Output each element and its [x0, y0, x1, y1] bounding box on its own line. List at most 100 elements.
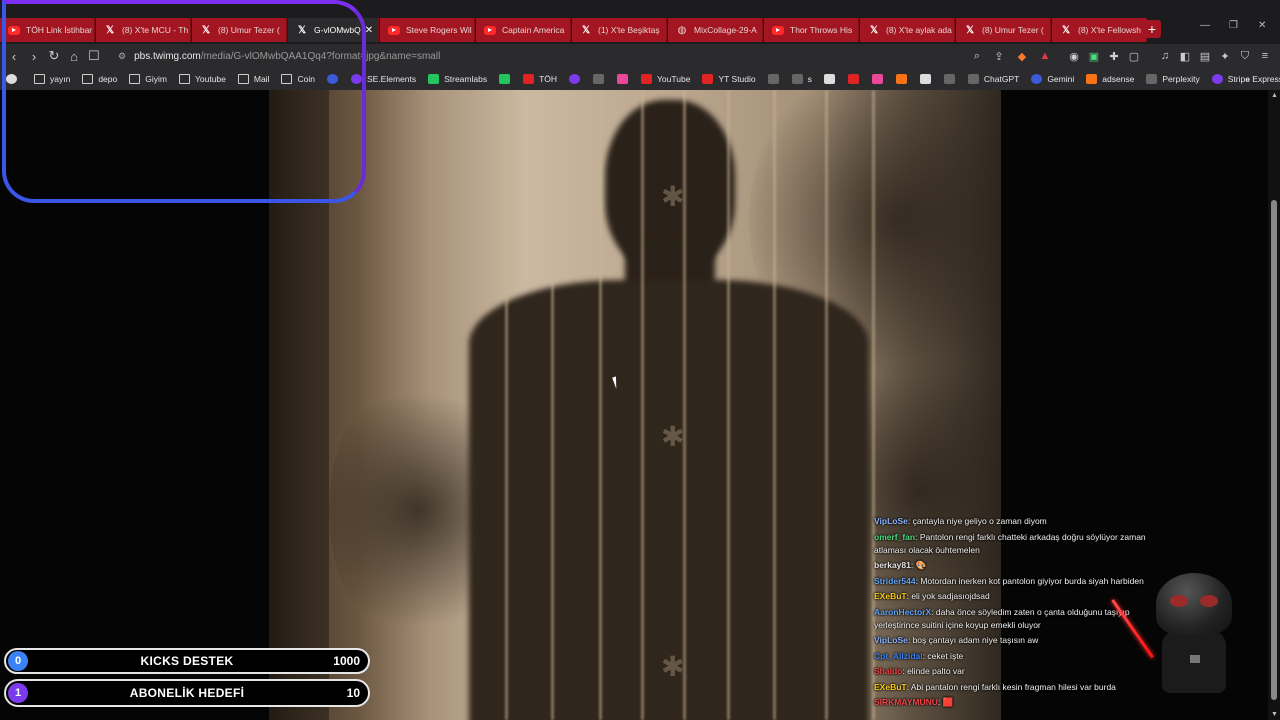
youtube-icon — [641, 74, 653, 84]
bookmark-item[interactable]: Perplexity — [1146, 74, 1200, 84]
game-icon — [871, 74, 883, 84]
bookmark-item[interactable] — [847, 74, 864, 84]
chat-username: VipLoSe — [874, 635, 908, 645]
youtube-icon — [484, 25, 496, 35]
menu-icon[interactable]: ≡ — [1258, 49, 1272, 63]
share-icon[interactable]: ⇪ — [992, 49, 1006, 63]
app-icon — [919, 74, 931, 84]
goal-bar-subscription: 1 ABONELİK HEDEFİ 10 — [4, 679, 370, 707]
chat-username: VipLoSe — [874, 516, 908, 526]
bookmark-item[interactable]: Streamlabs — [428, 74, 487, 84]
zoom-icon[interactable]: ⌕ — [970, 49, 984, 63]
sidebar-icon[interactable]: ◧ — [1178, 49, 1192, 63]
bookmark-item[interactable] — [871, 74, 888, 84]
scrollbar-thumb[interactable] — [1271, 200, 1277, 700]
adsense-icon — [1086, 74, 1098, 84]
tab-label: (8) X'te Fellowsh — [1078, 25, 1142, 35]
goal-bar-kicks: 0 KICKS DESTEK 1000 — [4, 648, 370, 674]
bookmark-item[interactable] — [919, 74, 936, 84]
brave-shield-icon[interactable]: ◆ — [1015, 49, 1029, 63]
bookmark-item[interactable] — [895, 74, 912, 84]
yt-studio-icon — [702, 74, 714, 84]
tab-label: (8) X'te aylak ada — [886, 25, 952, 35]
screenshot-icon[interactable]: ▢ — [1127, 49, 1141, 63]
chat-message: EXeBuT: Abi pantalon rengi farklı kesin … — [874, 681, 1154, 694]
browser-tab[interactable]: 𝕏 (8) X'te Fellowsh — [1052, 18, 1147, 42]
vpn-icon[interactable]: ⛉ — [1238, 49, 1252, 63]
bookmark-label: YouTube — [657, 74, 691, 84]
bookmark-item[interactable] — [499, 74, 515, 84]
chat-message: AaronHectorX: daha önce söyledim zaten o… — [874, 606, 1154, 632]
tab-label: (8) Umur Tezer ( — [982, 25, 1044, 35]
extension-icon[interactable]: ◉ — [1067, 49, 1081, 63]
bookmark-label: adsense — [1102, 74, 1135, 84]
tab-label: Thor Throws His — [790, 25, 853, 35]
chat-text: : Motordan inerken kot pantolon giyiyor … — [915, 575, 1144, 586]
x-icon: 𝕏 — [1061, 24, 1071, 36]
gemini-icon — [1031, 74, 1043, 84]
bookmark-item[interactable]: TÖH — [523, 74, 557, 84]
browser-tab[interactable]: Thor Throws His — [764, 18, 859, 42]
brave-rewards-icon[interactable]: ▲ — [1038, 49, 1052, 63]
bookmark-label: TÖH — [539, 74, 558, 84]
chat-username: EXeBuT — [874, 681, 907, 692]
chat-text: : 🎨 — [910, 560, 927, 570]
tab-label: MixCollage-29-A — [694, 25, 757, 35]
bookmark-item[interactable] — [569, 74, 585, 84]
x-icon — [593, 74, 605, 84]
chat-username: berkay81 — [874, 560, 911, 570]
bookmark-item[interactable]: ChatGPT — [967, 74, 1020, 84]
bookmark-item[interactable]: s — [791, 74, 812, 84]
bookmark-item[interactable] — [617, 74, 633, 84]
new-tab-button[interactable]: + — [1143, 20, 1161, 38]
chat-username: AaronHectorX — [874, 606, 932, 617]
chatgpt-icon — [967, 74, 979, 84]
bookmark-item[interactable] — [943, 74, 960, 84]
bookmark-item[interactable]: YouTube — [641, 74, 690, 84]
bookmark-label: YT Studio — [718, 74, 756, 84]
chat-message: VipLoSe: çantayla niye geliyo o zaman di… — [874, 515, 1154, 528]
globe-icon: ◍ — [677, 24, 687, 36]
scrollbar[interactable]: ▲ ▼ — [1268, 90, 1280, 720]
bookmark-item[interactable] — [767, 74, 784, 84]
vader-mascot — [1148, 573, 1240, 693]
leo-ai-icon[interactable]: ✦ — [1218, 49, 1232, 63]
browser-tab[interactable]: 𝕏 (8) Umur Tezer ( — [956, 18, 1051, 42]
browser-tab[interactable]: 𝕏 (1) X'te Beşiktaş — [572, 18, 667, 42]
minimize-icon[interactable]: — — [1200, 20, 1210, 31]
chat-message: Strider544: Motordan inerken kot pantolo… — [874, 575, 1154, 588]
instagram-icon — [617, 74, 629, 84]
chat-message: berkay81: 🎨 — [874, 559, 1154, 572]
chat-text: : boş çantayı adam niye taşısın aw — [907, 635, 1039, 645]
bookmark-item[interactable] — [823, 74, 840, 84]
browser-tab[interactable]: Captain America — [476, 18, 571, 42]
close-window-icon[interactable]: ✕ — [1258, 20, 1266, 31]
perplexity-icon — [1146, 74, 1158, 84]
bookmark-label: ChatGPT — [983, 74, 1020, 84]
extensions-icon[interactable]: ✚ — [1107, 49, 1121, 63]
browser-tab[interactable]: Steve Rogers Wil — [380, 18, 475, 42]
bookmark-label: Stripe Express — [1227, 74, 1280, 84]
browser-tab[interactable]: ◍ MixCollage-29-A — [668, 18, 763, 42]
goal-label: KICKS DESTEK — [140, 654, 234, 668]
restore-icon[interactable]: ❐ — [1229, 20, 1238, 31]
bookmark-item[interactable]: Gemini — [1031, 74, 1074, 84]
bookmark-label: Streamlabs — [444, 74, 488, 84]
chat-text: : ceket işte — [922, 650, 964, 661]
browser-tab[interactable]: 𝕏 (8) X'te aylak ada — [860, 18, 955, 42]
wallet-icon[interactable]: ▤ — [1198, 49, 1212, 63]
chat-username: EXeBuT — [874, 591, 907, 601]
chat-message: SIRKMAYMUNU: 🟥 — [874, 696, 1154, 709]
more-bookmarks-icon[interactable]: » — [1245, 74, 1250, 84]
media-icon[interactable]: ♫ — [1158, 49, 1172, 63]
extension-green-icon[interactable]: ▣ — [1087, 49, 1101, 63]
bookmark-item[interactable]: YT Studio — [702, 74, 756, 84]
orange-icon — [895, 74, 907, 84]
bookmark-label: s — [807, 74, 812, 84]
bookmark-label: SE.Elements — [366, 74, 417, 84]
chat-username: Shaldo — [874, 666, 903, 676]
bookmark-item[interactable] — [593, 74, 609, 84]
chat-overlay: VipLoSe: çantayla niye geliyo o zaman di… — [874, 515, 1154, 712]
tiktok-icon — [791, 74, 803, 84]
bookmark-item[interactable]: adsense — [1086, 74, 1134, 84]
